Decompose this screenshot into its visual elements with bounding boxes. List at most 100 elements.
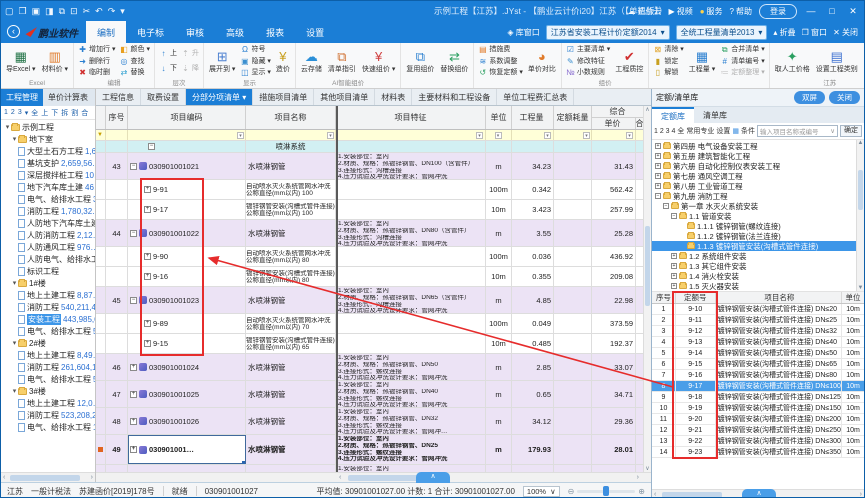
tree-item[interactable]: 消防工程523,208,2… [1, 409, 95, 421]
filter-row[interactable]: ▼ ▾ ▾ ▾ ▾ ▾ ▾ ▾ [96, 130, 651, 141]
ribbon-replace-pricing-button[interactable]: ⇄替换组价 [437, 44, 471, 79]
ribbon-measure-fee-button[interactable]: ▤措施费 [478, 45, 522, 55]
tree-item[interactable]: 地下汽车库土建46… [1, 181, 95, 193]
tree-item[interactable]: 安装工程443,985,6… [1, 313, 95, 325]
library-tree-item[interactable]: −第九册 消防工程 [652, 191, 864, 201]
back-button[interactable]: ‹ [7, 25, 20, 38]
tree-item[interactable]: 人防地下汽车库土建… [1, 217, 95, 229]
library-table-row[interactable]: 69-15镀锌钢管安装(沟槽式管件连接) DN≤6510m [652, 359, 864, 370]
expand-icon[interactable]: + [671, 283, 677, 289]
tab-材料表[interactable]: 材料表 [375, 89, 412, 105]
tab-其他项目清单[interactable]: 其他项目清单 [314, 89, 375, 105]
filter-dropdown-icon[interactable]: ▾ [237, 132, 244, 139]
sidebar-tool-割[interactable]: 割 [71, 108, 78, 118]
tab-主要材料和工程设备[interactable]: 主要材料和工程设备 [412, 89, 497, 105]
confirm-button[interactable]: 确定 [840, 125, 862, 137]
tree-item[interactable]: 基坑支护2,659,56… [1, 157, 95, 169]
collapse-icon[interactable]: − [148, 143, 155, 150]
ribbon-lock-button[interactable]: ▮锁定 [653, 57, 683, 67]
expand-icon[interactable]: − [671, 213, 677, 219]
expand-icon[interactable]: + [130, 391, 137, 398]
expand-icon[interactable]: + [655, 173, 661, 179]
ribbon-export-excel-button[interactable]: ▦导Excel ▾ [3, 44, 39, 79]
table-row[interactable]: +9-89自动喷水灭火系统管网水冲洗 公称直径(mm以内) 70100m0.04… [96, 314, 651, 334]
sidebar-tab-单价计算表[interactable]: 单价计算表 [43, 89, 93, 106]
open-file-icon[interactable]: ❐ [19, 6, 27, 17]
tree-item[interactable]: 消防工程261,604,1… [1, 361, 95, 373]
sidebar-tool-下[interactable]: 下 [51, 108, 58, 118]
dual-screen-button[interactable]: 双屏 [794, 91, 825, 104]
paste-icon[interactable]: ⊡ [70, 6, 78, 17]
library-tree-item[interactable]: −第一章 水灭火系统安装 [652, 201, 864, 211]
common-majors-button[interactable]: 常用专业 [686, 126, 714, 136]
library-tree-item[interactable]: +第七册 通风空调工程 [652, 171, 864, 181]
ribbon-independent-fee-button[interactable]: D独立费 [861, 44, 864, 79]
zoom-slider[interactable]: ⊖⊕ [568, 487, 645, 496]
filter-dropdown-icon[interactable]: ▾ [476, 132, 483, 139]
tree-item[interactable]: 消防工程1,780,32… [1, 205, 95, 217]
ribbon-hide-button[interactable]: ▣隐藏 ▾ [240, 57, 270, 67]
ribbon-add-row-button[interactable]: ✚增加行 ▾ [78, 45, 115, 55]
table-row[interactable]: 45−030901001023水喷淋钢管1.安装部位：室内2.材质、规格：热镀锌… [96, 287, 651, 314]
expand-icon[interactable]: + [655, 153, 661, 159]
tab-工程信息[interactable]: 工程信息 [96, 89, 141, 105]
tree-item[interactable]: ▾地下室 [1, 133, 95, 145]
expand-icon[interactable]: + [671, 253, 677, 259]
filter-dropdown-icon[interactable]: ▾ [544, 132, 551, 139]
ribbon-demote-button[interactable]: ⇣降 [181, 64, 199, 74]
expand-icon[interactable]: + [130, 364, 137, 371]
tree-item[interactable]: ▾3#楼 [1, 385, 95, 397]
expand-bottom-panel-button[interactable]: ∧ [416, 472, 450, 483]
ribbon-list-guide-button[interactable]: ⧉清单指引 [325, 44, 359, 79]
collapse-button[interactable]: ▴ 折叠 [773, 27, 795, 38]
expand-icon[interactable]: − [663, 203, 669, 209]
scroll-down-icon[interactable]: ▼ [857, 285, 864, 291]
table-row[interactable]: 46+030901001024水喷淋钢管1.安装部位：室内2.材质、规格：热镀锌… [96, 354, 651, 381]
ribbon-labor-price-button[interactable]: ✦取人工价格 [772, 44, 813, 79]
library-table-row[interactable]: 79-16镀锌钢管安装(沟槽式管件连接) DN≤8010m [652, 370, 864, 381]
maximize-button[interactable]: □ [825, 6, 839, 16]
ribbon-delete-row-button[interactable]: ➜删除行 [78, 57, 115, 67]
ribbon-move-down-button[interactable]: ↓下 [159, 64, 177, 74]
table-row[interactable]: 43−030901001021水喷淋钢管1.安装部位：室内2.材质、规格：热镀锌… [96, 153, 651, 180]
ribbon-tab-高级[interactable]: 高级 [215, 21, 255, 43]
filter-dropdown-icon[interactable]: ▾ [583, 132, 590, 139]
settings-button[interactable]: 设置 [716, 126, 730, 136]
tree-item[interactable]: 深层搅拌桩工程10… [1, 169, 95, 181]
ribbon-temp-delete-button[interactable]: ✖临时删 [78, 68, 115, 78]
ribbon-tab-设置[interactable]: 设置 [295, 21, 335, 43]
expand-icon[interactable]: − [130, 230, 137, 237]
table-row[interactable]: +9-90自动喷水灭火系统管网水冲洗 公称直径(mm以内) 80100m0.03… [96, 247, 651, 267]
save-icon[interactable]: ▣ [32, 6, 41, 17]
group-row[interactable]: −喷淋系统 [96, 141, 651, 153]
tree-item[interactable]: 消防工程540,211,4… [1, 301, 95, 313]
ribbon-reuse-pricing-button[interactable]: ⧉复用组价 [403, 44, 437, 79]
main-vertical-scrollbar[interactable]: ∧∨ [643, 106, 651, 472]
zoom-out-icon[interactable]: ⊖ [568, 487, 575, 496]
minimize-button[interactable]: — [804, 6, 818, 16]
expand-icon[interactable]: + [144, 340, 151, 347]
library-tree-item[interactable]: +1.2 系统组件安装 [652, 251, 864, 261]
ribbon-quick-pricing-button[interactable]: ¥快速组价 ▾ [359, 44, 398, 79]
library-table-row[interactable]: 109-19镀锌钢管安装(沟槽式管件连接) DN≤15010m [652, 403, 864, 414]
tree-item[interactable]: 大型土石方工程1,6… [1, 145, 95, 157]
expand-icon[interactable]: + [144, 206, 151, 213]
sidebar-tool-拆[interactable]: 拆 [61, 108, 68, 118]
table-row[interactable]: 47+030901001025水喷淋钢管1.安装部位：室内2.材质、规格：热镀锌… [96, 381, 651, 408]
tree-item[interactable]: 人防电气、给排水工… [1, 253, 95, 265]
frozen-pane-divider[interactable] [336, 106, 338, 472]
expand-icon[interactable]: + [655, 163, 661, 169]
undo-icon[interactable]: ↶ [95, 6, 103, 17]
ribbon-symbol-button[interactable]: Ω符号 [240, 45, 270, 55]
ribbon-find-button[interactable]: ◎查找 [120, 57, 150, 67]
expand-panel-button[interactable]: ∧ [742, 489, 776, 498]
library-tree-item[interactable]: +第五册 建筑智能化工程 [652, 151, 864, 161]
ribbon-cost-button[interactable]: ¥造价 [273, 44, 293, 79]
library-tab-清单库[interactable]: 清单库 [694, 107, 736, 123]
library-table-row[interactable]: 19-10镀锌钢管安装(沟槽式管件连接) DN≤2010m [652, 304, 864, 315]
ribbon-cloud-storage-button[interactable]: ☁云存储 [298, 44, 325, 79]
ribbon-promote-button[interactable]: ⇡升 [181, 49, 199, 59]
copy-icon[interactable]: ⧉ [59, 6, 65, 17]
expand-icon[interactable]: + [671, 273, 677, 279]
table-row[interactable]: 44−030901001022水喷淋钢管1.安装部位：室内2.材质、规格：热镀锌… [96, 220, 651, 247]
